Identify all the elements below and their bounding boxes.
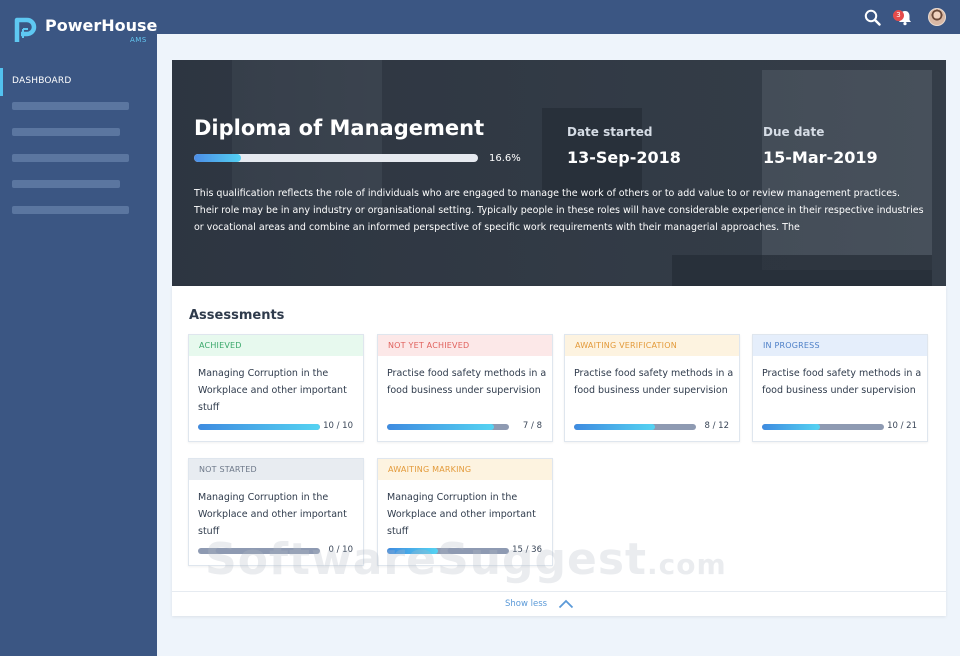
assessment-progress-fill xyxy=(387,424,494,430)
qualification-progress-fill xyxy=(194,154,242,162)
status-badge: NOT YET ACHIEVED xyxy=(378,335,552,356)
watermark: SoftwareSuggest.com xyxy=(205,534,727,585)
panel-divider xyxy=(172,591,946,592)
sidebar-item-label: DASHBOARD xyxy=(12,76,72,86)
qualification-progress-percent: 16.6% xyxy=(489,153,521,164)
assessments-title: Assessments xyxy=(189,308,285,323)
brand-name: PowerHouse xyxy=(45,16,158,35)
sidebar-item-placeholder[interactable] xyxy=(12,102,129,110)
assessment-card[interactable]: ACHIEVED Managing Corruption in the Work… xyxy=(188,334,364,442)
sidebar-item-placeholder[interactable] xyxy=(12,154,129,162)
qualification-description: This qualification reflects the role of … xyxy=(194,188,924,233)
assessment-progress-bar xyxy=(387,424,509,430)
active-indicator xyxy=(0,68,3,96)
assessment-progress-fill xyxy=(198,424,320,430)
top-bar xyxy=(157,0,960,34)
assessment-card[interactable]: AWAITING VERIFICATION Practise food safe… xyxy=(564,334,740,442)
assessment-count: 10 / 10 xyxy=(323,421,353,431)
assessment-progress-bar xyxy=(762,424,884,430)
chevron-up-icon[interactable] xyxy=(558,599,574,609)
assessment-card[interactable]: IN PROGRESS Practise food safety methods… xyxy=(752,334,928,442)
assessment-count: 8 / 12 xyxy=(704,421,730,431)
sidebar: PowerHouse AMS DASHBOARD xyxy=(0,0,157,656)
assessment-progress-fill xyxy=(574,424,656,430)
status-badge: ACHIEVED xyxy=(189,335,363,356)
assessment-title: Managing Corruption in the Workplace and… xyxy=(198,368,347,413)
notification-badge: 3 xyxy=(893,10,904,21)
status-badge: AWAITING MARKING xyxy=(378,459,552,480)
brand-sub: AMS xyxy=(130,36,147,44)
assessment-title: Managing Corruption in the Workplace and… xyxy=(387,492,536,537)
assessment-progress-bar xyxy=(574,424,696,430)
assessment-title: Practise food safety methods in a food b… xyxy=(387,368,547,396)
assessment-card[interactable]: NOT YET ACHIEVED Practise food safety me… xyxy=(377,334,553,442)
qualification-hero: Diploma of Management 16.6% Date started… xyxy=(172,60,946,286)
status-badge: IN PROGRESS xyxy=(753,335,927,356)
assessment-title: Practise food safety methods in a food b… xyxy=(574,368,734,396)
brand-logo[interactable]: PowerHouse AMS xyxy=(10,13,157,47)
sidebar-item-placeholder[interactable] xyxy=(12,206,129,214)
sidebar-item-dashboard[interactable]: DASHBOARD xyxy=(0,68,157,96)
sidebar-item-placeholder[interactable] xyxy=(12,180,120,188)
date-started-value: 13-Sep-2018 xyxy=(567,148,681,167)
assessment-title: Managing Corruption in the Workplace and… xyxy=(198,492,347,537)
user-avatar[interactable] xyxy=(928,8,946,26)
hero-overlay xyxy=(172,60,946,286)
search-icon[interactable] xyxy=(864,9,881,26)
watermark-suffix: .com xyxy=(647,548,727,581)
status-badge: NOT STARTED xyxy=(189,459,363,480)
assessment-count: 10 / 21 xyxy=(887,421,917,431)
status-badge: AWAITING VERIFICATION xyxy=(565,335,739,356)
assessment-title: Practise food safety methods in a food b… xyxy=(762,368,922,396)
watermark-text: SoftwareSuggest xyxy=(205,534,648,585)
assessment-count: 7 / 8 xyxy=(522,421,542,431)
qualification-progress-bar xyxy=(194,154,478,162)
assessment-progress-fill xyxy=(762,424,821,430)
assessment-progress-bar xyxy=(198,424,320,430)
due-date-value: 15-Mar-2019 xyxy=(763,148,878,167)
date-started-label: Date started xyxy=(567,125,653,139)
powerhouse-logo-icon xyxy=(14,17,37,42)
sidebar-item-placeholder[interactable] xyxy=(12,128,120,136)
due-date-label: Due date xyxy=(763,125,825,139)
show-less-link[interactable]: Show less xyxy=(505,599,547,609)
qualification-title: Diploma of Management xyxy=(194,116,485,140)
